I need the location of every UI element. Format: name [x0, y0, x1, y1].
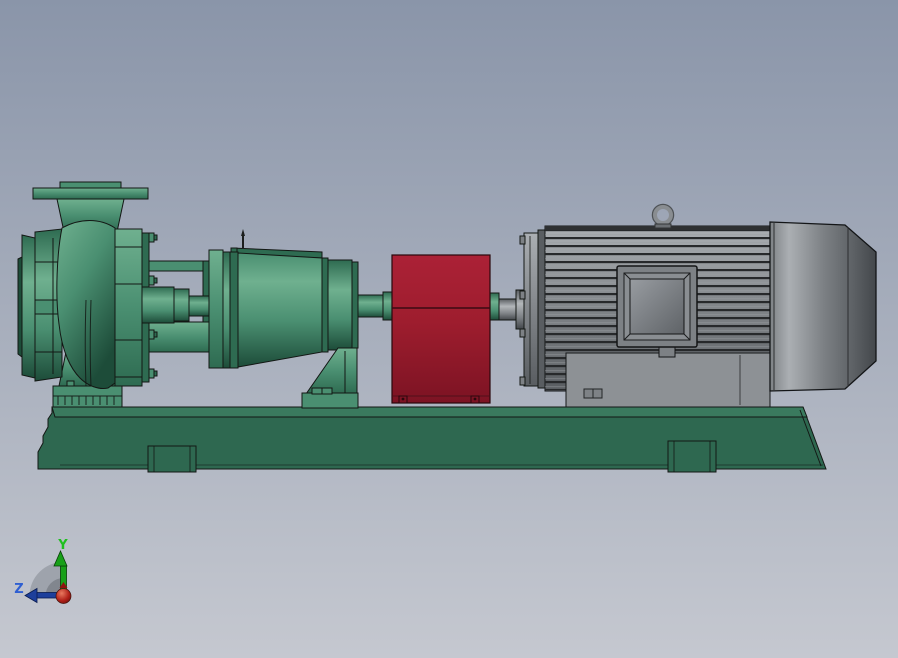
- housing-flange-ring: [229, 251, 239, 369]
- guard-box: [391, 254, 491, 404]
- shaft-sleeve: [141, 286, 175, 324]
- housing-end-ring: [321, 257, 329, 353]
- motor-terminal-box[interactable]: [616, 265, 698, 348]
- coupling-hub-left: [382, 291, 393, 321]
- coupling-hub-right: [489, 292, 500, 321]
- frame-top-bar: [148, 260, 210, 272]
- guard-bolt-pin: [401, 397, 405, 401]
- housing-cone: [237, 252, 323, 368]
- foot-tab: [311, 387, 323, 395]
- foot-tab: [321, 387, 333, 395]
- housing-end-cap: [327, 259, 353, 351]
- flange-raised-face: [59, 181, 122, 189]
- flange-ring: [21, 234, 36, 379]
- shaft-section: [188, 295, 210, 317]
- baseplate-top-rail: [51, 406, 808, 418]
- fan-cover-shell: [769, 221, 877, 392]
- coupling-guard[interactable]: [391, 254, 491, 404]
- motor-feet[interactable]: [565, 352, 771, 408]
- cad-viewport: Y Z: [0, 0, 898, 658]
- endbell-bolt: [519, 376, 526, 386]
- terminal-box-stem: [658, 346, 676, 358]
- flange-plate: [32, 187, 149, 200]
- endbell-bolt: [519, 290, 526, 300]
- endbell-ring: [537, 229, 546, 389]
- housing-end-ring: [351, 261, 359, 349]
- flange-face-rim: [17, 256, 23, 358]
- guard-bolt-pin: [473, 397, 477, 401]
- eyebolt-base: [654, 223, 672, 229]
- x-axis-ball[interactable]: [55, 588, 72, 604]
- z-axis-label: Z: [14, 582, 23, 597]
- feet-block: [565, 352, 771, 408]
- foot-base-pad: [301, 392, 359, 409]
- pedestal-boss: [66, 380, 75, 387]
- cover-plate: [114, 228, 143, 387]
- terminal-box-cover: [629, 278, 685, 335]
- baseplate-foot-pad[interactable]: [667, 440, 717, 473]
- frame-adapter-slab: [208, 249, 224, 369]
- housing-flange-ring: [222, 251, 231, 369]
- baseplate-foot-pad[interactable]: [147, 445, 197, 473]
- baseplate[interactable]: [37, 406, 827, 473]
- endbell-bolt: [519, 235, 526, 245]
- motor-endbell[interactable]: [519, 229, 546, 389]
- motor-shaft-stub: [498, 298, 517, 321]
- endbell-bolt: [519, 328, 526, 338]
- coupling-shaft: [357, 294, 385, 318]
- model-view: Y Z: [0, 0, 898, 658]
- y-axis-label: Y: [57, 538, 68, 553]
- shaft-step-ring: [173, 288, 190, 322]
- motor-fan-cover[interactable]: [769, 221, 877, 392]
